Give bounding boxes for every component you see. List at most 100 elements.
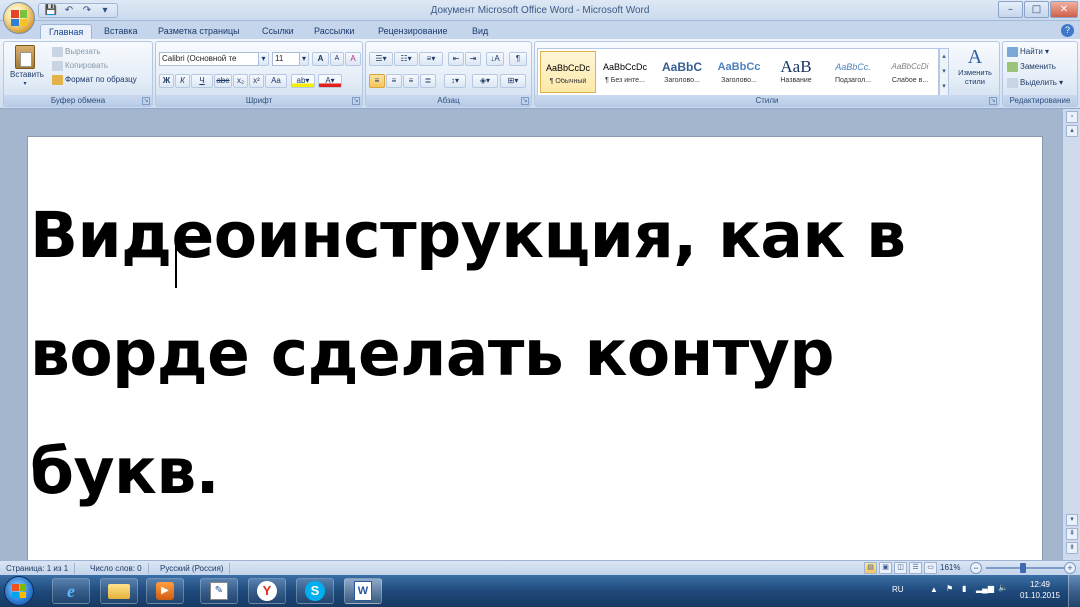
ruler-toggle-icon[interactable]: ▫ [1066, 111, 1078, 123]
battery-icon[interactable]: ▮ [962, 584, 966, 593]
help-icon[interactable]: ? [1061, 24, 1074, 37]
tab-page-layout[interactable]: Разметка страницы [150, 24, 248, 39]
align-right-button[interactable]: ≡ [403, 74, 419, 88]
paste-button[interactable]: Вставить ▾ [10, 45, 44, 87]
ribbon-tabs: Главная Вставка Разметка страницы Ссылки… [0, 21, 1080, 39]
style-title[interactable]: AaB Название [768, 51, 824, 93]
font-name-dropdown-icon[interactable]: ▾ [259, 52, 269, 66]
zoom-out-icon[interactable]: − [970, 562, 982, 574]
show-desktop-button[interactable] [1068, 575, 1080, 607]
replace-button[interactable]: Заменить [1007, 61, 1056, 72]
borders-button[interactable]: ⊞▾ [500, 74, 526, 88]
zoom-in-icon[interactable]: + [1064, 562, 1076, 574]
page-count[interactable]: Страница: 1 из 1 [6, 563, 76, 574]
align-center-button[interactable]: ≡ [386, 74, 402, 88]
grow-font-button[interactable]: A [312, 52, 329, 66]
language-indicator[interactable]: Русский (Россия) [160, 563, 231, 574]
clipboard-launcher-icon[interactable]: ↘ [142, 97, 150, 105]
style-no-spacing[interactable]: AaBbCcDc ¶ Без инте... [597, 51, 653, 93]
office-button[interactable] [3, 2, 35, 34]
sort-button[interactable]: ↓A [486, 52, 504, 66]
align-left-button[interactable]: ≡ [369, 74, 385, 88]
style-heading-2[interactable]: AaBbCc Заголово... [711, 51, 767, 93]
multilevel-list-button[interactable]: ≡▾ [419, 52, 443, 66]
italic-button[interactable]: К [175, 74, 190, 88]
scroll-up-icon[interactable]: ▴ [1066, 125, 1078, 137]
font-color-button[interactable]: A▾ [318, 74, 342, 88]
select-button[interactable]: Выделить ▾ [1007, 77, 1063, 88]
style-subtitle[interactable]: AaBbCc. Подзагол... [825, 51, 881, 93]
change-case-button[interactable]: Aa [265, 74, 287, 88]
scroll-down-icon[interactable]: ▾ [1066, 514, 1078, 526]
document-text[interactable]: Видеоинструкция, как в ворде сделать кон… [30, 177, 1040, 530]
draft-icon[interactable]: ▭ [924, 562, 937, 574]
tab-insert[interactable]: Вставка [96, 24, 145, 39]
clock[interactable]: 12:49 01.10.2015 [1020, 579, 1060, 601]
font-size-combo[interactable]: 11 [272, 52, 300, 66]
tab-home[interactable]: Главная [40, 24, 93, 39]
zoom-slider-thumb[interactable] [1020, 563, 1026, 573]
bold-button[interactable]: Ж [159, 74, 174, 88]
highlight-color-button[interactable]: ab▾ [291, 74, 315, 88]
subscript-button[interactable]: x₂ [233, 74, 248, 88]
network-icon[interactable]: ▂▄▆ [976, 584, 994, 593]
taskbar-media[interactable]: ▶ [146, 578, 184, 604]
tab-mailings[interactable]: Рассылки [306, 24, 362, 39]
style-normal[interactable]: AaBbCcDc ¶ Обычный [540, 51, 596, 93]
taskbar-paint[interactable]: ✎ [200, 578, 238, 604]
justify-button[interactable]: ≣ [420, 74, 436, 88]
gallery-scroll[interactable]: ▴ ▾ ▾ [939, 48, 949, 96]
shading-button[interactable]: ◈▾ [472, 74, 498, 88]
bullets-button[interactable]: ☰▾ [369, 52, 393, 66]
line-spacing-button[interactable]: ↕▾ [444, 74, 466, 88]
outline-icon[interactable]: ☰ [909, 562, 922, 574]
format-painter-button[interactable]: Формат по образцу [52, 74, 137, 85]
styles-launcher-icon[interactable]: ↘ [989, 97, 997, 105]
paragraph-launcher-icon[interactable]: ↘ [521, 97, 529, 105]
word-count[interactable]: Число слов: 0 [90, 563, 149, 574]
paste-dropdown-icon[interactable]: ▾ [10, 80, 40, 87]
style-subtle-emphasis[interactable]: AaBbCcDi Слабое в... [882, 51, 938, 93]
strikethrough-button[interactable]: abe [214, 74, 232, 88]
show-hidden-icon[interactable]: ▲ [930, 585, 938, 594]
vertical-scrollbar[interactable]: ▫ ▴ ▾ ⇞ ⇟ [1062, 109, 1080, 560]
cut-button[interactable]: Вырезать [52, 46, 101, 57]
font-name-combo[interactable]: Calibri (Основной те [159, 52, 259, 66]
close-button[interactable]: ✕ [1050, 1, 1078, 18]
action-center-icon[interactable]: ⚑ [946, 584, 953, 593]
taskbar-skype[interactable]: S [296, 578, 334, 604]
document-page[interactable]: Видеоинструкция, как в ворде сделать кон… [27, 136, 1043, 566]
copy-button[interactable]: Копировать [52, 60, 108, 71]
language-bar[interactable]: RU [892, 585, 904, 594]
taskbar-yandex[interactable]: Y [248, 578, 286, 604]
change-styles-button[interactable]: A Изменить стили [953, 46, 997, 86]
style-heading-1[interactable]: AaBbC Заголово... [654, 51, 710, 93]
find-button[interactable]: Найти ▾ [1007, 46, 1049, 57]
prev-page-icon[interactable]: ⇞ [1066, 528, 1078, 540]
next-page-icon[interactable]: ⇟ [1066, 542, 1078, 554]
tab-view[interactable]: Вид [464, 24, 496, 39]
full-screen-icon[interactable]: ▣ [879, 562, 892, 574]
tab-references[interactable]: Ссылки [254, 24, 302, 39]
decrease-indent-button[interactable]: ⇤ [448, 52, 464, 66]
taskbar-explorer[interactable] [100, 578, 138, 604]
start-button[interactable] [4, 576, 34, 606]
minimize-button[interactable]: – [998, 1, 1023, 18]
clear-format-button[interactable]: A [345, 52, 361, 66]
shrink-font-button[interactable]: A [330, 52, 344, 66]
maximize-button[interactable]: □ [1024, 1, 1049, 18]
tab-review[interactable]: Рецензирование [370, 24, 456, 39]
show-marks-button[interactable]: ¶ [509, 52, 527, 66]
font-launcher-icon[interactable]: ↘ [352, 97, 360, 105]
increase-indent-button[interactable]: ⇥ [465, 52, 481, 66]
font-size-dropdown-icon[interactable]: ▾ [300, 52, 309, 66]
underline-button[interactable]: Ч [191, 74, 213, 88]
zoom-slider-track[interactable] [986, 567, 1068, 569]
numbering-button[interactable]: ☷▾ [394, 52, 418, 66]
web-layout-icon[interactable]: ◫ [894, 562, 907, 574]
superscript-button[interactable]: x² [249, 74, 264, 88]
volume-icon[interactable]: 🔈 [998, 583, 1008, 592]
taskbar-word[interactable]: W [344, 578, 382, 604]
taskbar-ie[interactable]: e [52, 578, 90, 604]
print-layout-icon[interactable]: ▤ [864, 562, 877, 574]
